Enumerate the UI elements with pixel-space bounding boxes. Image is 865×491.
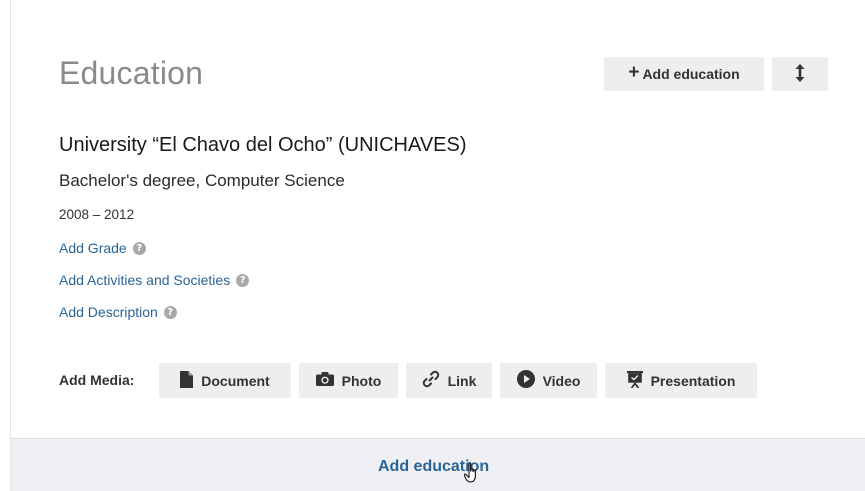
media-link-label: Link [447,372,477,389]
help-icon[interactable]: ? [163,305,177,319]
section-left-border [10,0,11,491]
add-description-link[interactable]: Add Description ? [59,304,177,320]
degree-field: Bachelor's degree, Computer Science [59,171,345,190]
media-presentation-button[interactable]: Presentation [605,363,757,398]
add-activities-label: Add Activities and Societies [59,272,231,288]
reorder-button[interactable] [772,57,828,91]
add-education-button-label: Add education [642,66,740,82]
section-title: Education [59,55,204,91]
presentation-icon [626,370,651,391]
add-education-button[interactable]: + Add education [604,57,764,91]
media-video-label: Video [542,372,581,389]
media-link-button[interactable]: Link [406,363,492,398]
document-icon [180,370,201,391]
school-name: University “El Chavo del Ocho” (UNICHAVE… [59,134,467,156]
link-icon [422,370,448,391]
media-video-button[interactable]: Video [500,363,597,398]
media-photo-button[interactable]: Photo [299,363,398,398]
play-icon [516,370,543,391]
add-media-label: Add Media: [59,372,135,388]
media-document-button[interactable]: Document [159,363,291,398]
vertical-arrows-icon [795,63,805,85]
media-photo-label: Photo [341,372,382,389]
plus-icon: + [628,62,640,83]
add-grade-label: Add Grade [59,240,127,256]
camera-icon [315,372,342,389]
add-activities-link[interactable]: Add Activities and Societies ? [59,272,250,288]
help-icon[interactable]: ? [132,241,146,255]
media-document-label: Document [201,372,270,389]
add-grade-link[interactable]: Add Grade ? [59,240,146,256]
hand-pointer-icon [463,462,481,489]
add-description-label: Add Description [59,304,158,320]
media-presentation-label: Presentation [650,372,736,389]
date-range: 2008 – 2012 [59,207,135,222]
help-icon[interactable]: ? [236,273,250,287]
